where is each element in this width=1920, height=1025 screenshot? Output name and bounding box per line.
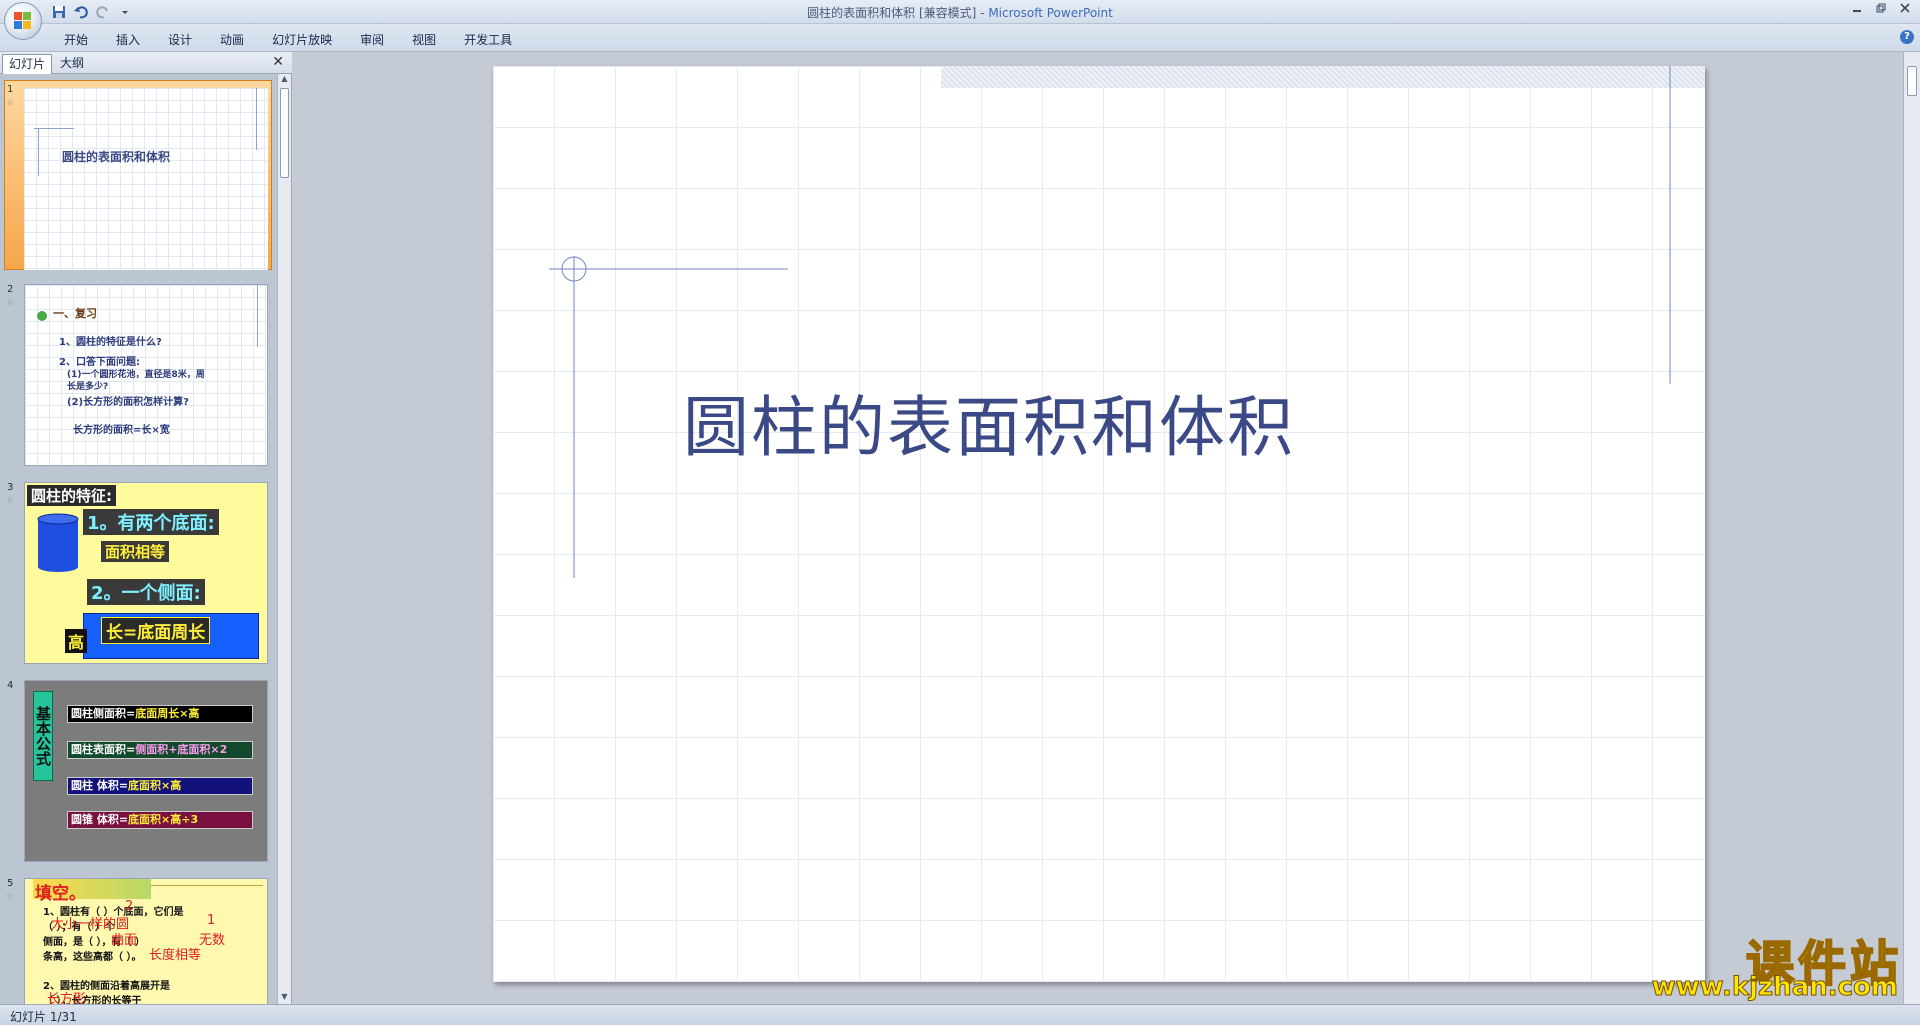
- formula-left: 圆柱表面积=: [71, 743, 136, 756]
- decorative-lines: [549, 66, 1671, 578]
- thumbnail-list: 1 ☆ 圆柱的表面积和体积 2 ☆ 一、复习 1、圆柱的特征是什么? 2、口答下…: [0, 74, 276, 1004]
- bullet-icon: [37, 311, 47, 321]
- thumbnail-number: 4: [7, 680, 14, 691]
- main-scrollbar[interactable]: [1903, 52, 1920, 1004]
- formula-left: 圆锥 体积=: [71, 813, 129, 826]
- formula-right: 底面周长×高: [135, 707, 200, 720]
- thumbnail-heading: 填空。: [35, 884, 86, 904]
- answer-text: 长度相等: [149, 948, 202, 963]
- window-title: 圆柱的表面积和体积 [兼容模式] - Microsoft PowerPoint: [0, 4, 1920, 21]
- thumbnail-line: 条高，这些高都（ ）。: [43, 952, 142, 963]
- close-icon[interactable]: [1896, 2, 1914, 18]
- tab-slides[interactable]: 幻灯片: [2, 54, 53, 74]
- thumbnail-line: 长是多少?: [67, 382, 109, 392]
- thumbnail-line: 1。有两个底面:: [83, 509, 219, 535]
- title-bar: 圆柱的表面积和体积 [兼容模式] - Microsoft PowerPoint: [0, 0, 1920, 24]
- formula-left: 圆柱 体积=: [71, 779, 129, 792]
- slide-counter: 幻灯片 1/31: [10, 1010, 77, 1024]
- answer-text: 1: [207, 913, 216, 928]
- tab-insert[interactable]: 插入: [102, 29, 154, 50]
- slide-thumbnail: 一、复习 1、圆柱的特征是什么? 2、口答下面问题: (1)一个圆形花池，直径是…: [24, 284, 268, 466]
- answer-text: 2: [125, 899, 134, 914]
- app-name: Microsoft PowerPoint: [988, 6, 1113, 20]
- watermark-logo: 课件站 www.kjzhan.com: [1651, 924, 1902, 1003]
- thumbnail-heading: 圆柱的特征:: [27, 485, 116, 506]
- answer-text: 长方形: [47, 992, 87, 1004]
- thumbnail-line: 2。一个侧面:: [87, 579, 205, 605]
- scroll-down-icon[interactable]: ▼: [278, 992, 291, 1004]
- formula-row: 圆柱侧面积=底面周长×高: [67, 705, 253, 723]
- thumbnail-line: 1、圆柱的特征是什么?: [59, 337, 162, 348]
- watermark-url: www.kjzhan.com: [1651, 972, 1898, 1003]
- thumbnail-heading: 一、复习: [53, 307, 97, 320]
- scroll-up-icon[interactable]: ▲: [278, 74, 291, 86]
- formula-row: 圆柱 体积=底面积×高: [67, 777, 253, 795]
- slide-editing-area: 圆柱的表面积和体积: [293, 52, 1903, 1004]
- answer-text: 无数: [199, 933, 226, 948]
- thumbnail-5[interactable]: 5 ☆ 填空。 1、圆柱有（ ）个底面，它们是 （ ）；有（ ）个 侧面，是（ …: [0, 874, 276, 1004]
- current-slide[interactable]: 圆柱的表面积和体积: [493, 66, 1705, 982]
- thumbnail-line: 长方形的面积=长×宽: [73, 425, 170, 436]
- slide-thumbnail: 圆柱的特征: 1。有两个底面: 面积相等 2。一个侧面: 长=底面周长 高: [24, 482, 268, 664]
- scroll-thumb[interactable]: [280, 88, 289, 178]
- panel-close-icon[interactable]: ✕: [272, 54, 284, 70]
- formula-left: 圆柱侧面积=: [71, 707, 136, 720]
- status-bar: 幻灯片 1/31: [0, 1004, 1920, 1025]
- formula-right: 底面积×高÷3: [128, 813, 199, 826]
- tab-design[interactable]: 设计: [154, 29, 206, 50]
- thumbnail-line: 高: [65, 629, 88, 653]
- answer-text: 曲面: [111, 933, 138, 948]
- restore-icon[interactable]: [1872, 2, 1890, 18]
- thumbnail-line: 2、口答下面问题:: [59, 357, 140, 368]
- ribbon: 开始 插入 设计 动画 幻灯片放映 审阅 视图 开发工具 ?: [0, 24, 1920, 52]
- thumbnail-line: 长=底面周长: [101, 617, 211, 644]
- thumbnail-4[interactable]: 4 基本公式 圆柱侧面积=底面周长×高 圆柱表面积=侧面积+底面积×2 圆柱 体…: [0, 676, 276, 870]
- ribbon-tabs: 开始 插入 设计 动画 幻灯片放映 审阅 视图 开发工具: [50, 29, 526, 50]
- document-title: 圆柱的表面积和体积 [兼容模式] -: [807, 6, 989, 20]
- panel-scrollbar[interactable]: ▲ ▼: [277, 74, 291, 1004]
- help-icon[interactable]: ?: [1900, 30, 1914, 44]
- office-button[interactable]: [4, 2, 42, 40]
- thumbnail-line: (2)长方形的面积怎样计算?: [67, 397, 189, 408]
- tab-home[interactable]: 开始: [50, 29, 102, 50]
- cylinder-icon: [37, 513, 79, 572]
- slide-thumbnail: 圆柱的表面积和体积: [24, 88, 268, 270]
- scroll-thumb[interactable]: [1907, 66, 1917, 96]
- thumbnail-1[interactable]: 1 ☆ 圆柱的表面积和体积: [0, 80, 276, 274]
- slide-thumbnail: 填空。 1、圆柱有（ ）个底面，它们是 （ ）；有（ ）个 侧面，是（ ），有（…: [24, 878, 268, 1004]
- animation-star-icon: ☆: [6, 892, 15, 902]
- slide-panel: 幻灯片 大纲 ✕ 1 ☆ 圆柱的表面积和体积 2 ☆ 一、复习 1、圆柱的特征是…: [0, 52, 292, 1004]
- slide-title[interactable]: 圆柱的表面积和体积: [683, 374, 1295, 470]
- tab-view[interactable]: 视图: [398, 29, 450, 50]
- tab-animations[interactable]: 动画: [206, 29, 258, 50]
- tab-review[interactable]: 审阅: [346, 29, 398, 50]
- tab-slideshow[interactable]: 幻灯片放映: [258, 29, 346, 50]
- tab-outline[interactable]: 大纲: [54, 54, 90, 74]
- thumbnail-3[interactable]: 3 ☆ 圆柱的特征: 1。有两个底面: 面积相等 2。一个侧面: 长=底面周长 …: [0, 478, 276, 672]
- formula-right: 底面积×高: [128, 779, 182, 792]
- thumbnail-number: 2: [7, 284, 14, 295]
- tab-developer[interactable]: 开发工具: [450, 29, 526, 50]
- minimize-icon[interactable]: [1848, 2, 1866, 18]
- thumbnail-number: 1: [7, 84, 14, 95]
- formula-row: 圆锥 体积=底面积×高÷3: [67, 811, 253, 829]
- thumbnail-number: 3: [7, 482, 14, 493]
- formula-row: 圆柱表面积=侧面积+底面积×2: [67, 741, 253, 759]
- animation-star-icon: ☆: [6, 496, 15, 506]
- office-logo-icon: [14, 12, 32, 30]
- window-controls: [1848, 2, 1914, 18]
- panel-tabs: 幻灯片 大纲 ✕: [0, 52, 292, 74]
- thumbnail-line: 面积相等: [101, 541, 170, 562]
- thumbnail-side-label: 基本公式: [33, 691, 53, 781]
- slide-thumbnail: 基本公式 圆柱侧面积=底面周长×高 圆柱表面积=侧面积+底面积×2 圆柱 体积=…: [24, 680, 268, 862]
- thumbnail-number: 5: [7, 878, 14, 889]
- animation-star-icon: ☆: [6, 298, 15, 308]
- animation-star-icon: ☆: [6, 98, 15, 108]
- thumbnail-2[interactable]: 2 ☆ 一、复习 1、圆柱的特征是什么? 2、口答下面问题: (1)一个圆形花池…: [0, 280, 276, 474]
- thumbnail-title: 圆柱的表面积和体积: [62, 150, 171, 164]
- formula-right: 侧面积+底面积×2: [135, 743, 228, 756]
